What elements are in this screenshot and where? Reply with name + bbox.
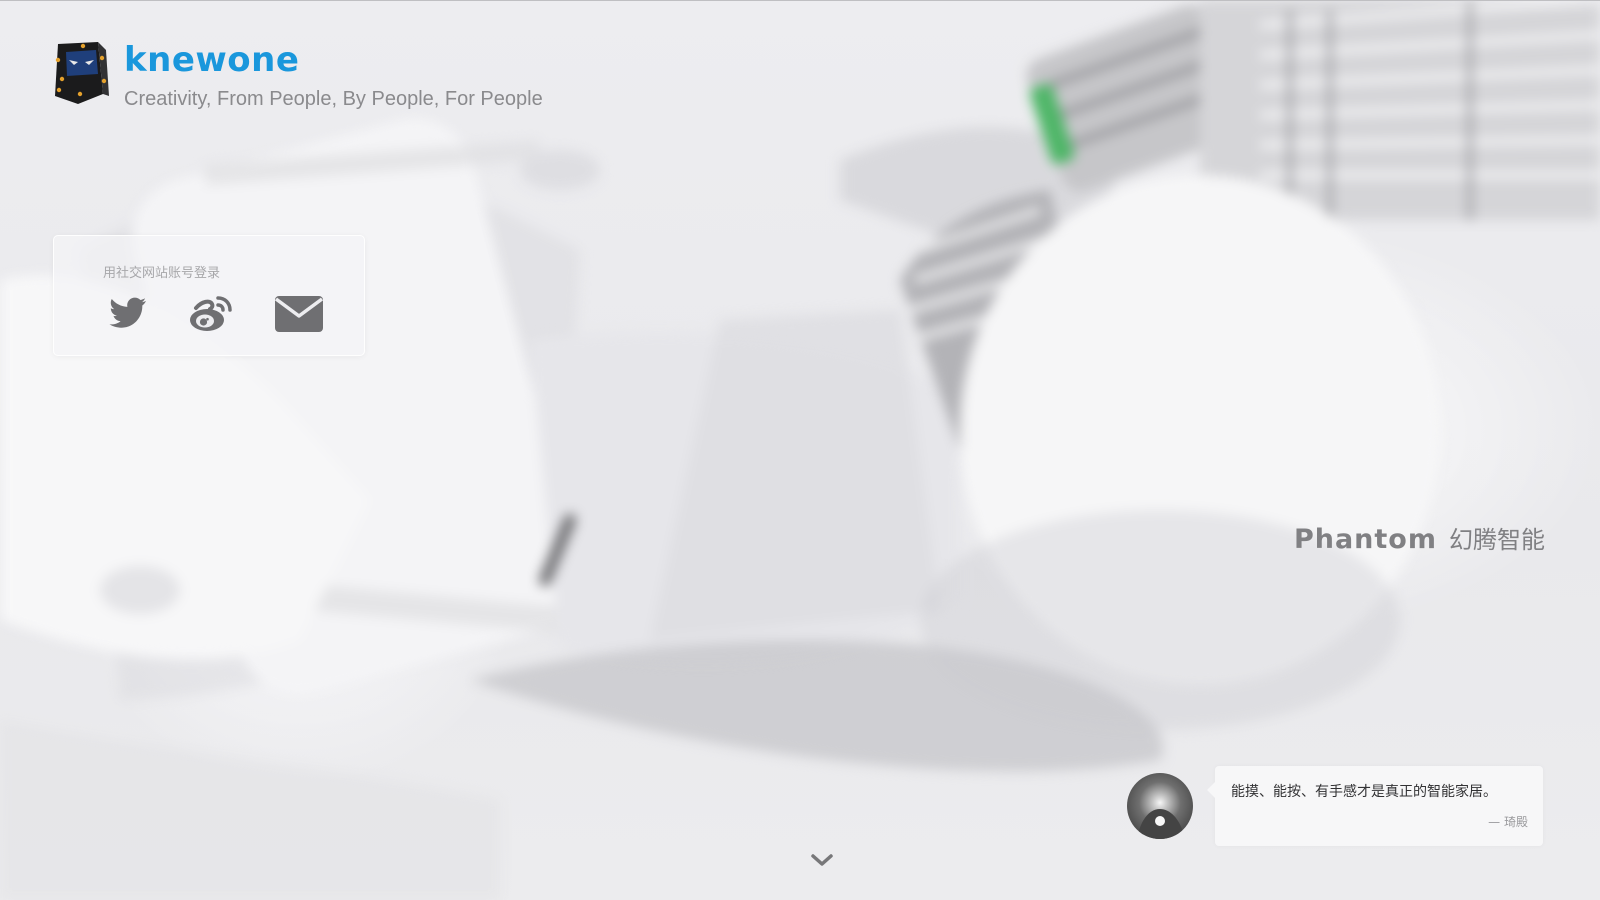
social-login-title: 用社交网站账号登录 <box>103 266 221 281</box>
email-login-button[interactable] <box>272 292 326 336</box>
twitter-login-button[interactable] <box>100 292 154 336</box>
hero-background-image <box>0 0 1600 900</box>
featured-brand-name-en[interactable]: Phantom <box>1294 524 1437 555</box>
knewone-logo-icon[interactable] <box>50 38 110 108</box>
quote-author-avatar[interactable] <box>1127 773 1193 839</box>
mail-icon <box>274 296 324 332</box>
chevron-down-icon <box>811 854 833 866</box>
scroll-down-button[interactable] <box>810 852 834 868</box>
quote-text: 能摸、能按、有手感才是真正的智能家居。 <box>1231 784 1497 800</box>
social-login-card: 用社交网站账号登录 <box>53 235 365 356</box>
brand-name[interactable]: knewone <box>124 40 543 80</box>
social-login-buttons <box>100 292 326 336</box>
featured-brand-caption[interactable]: Phantom 幻腾智能 <box>1294 520 1545 555</box>
quote-author[interactable]: — 琦殿 <box>1488 813 1528 830</box>
featured-brand-name-cn[interactable]: 幻腾智能 <box>1449 520 1545 555</box>
weibo-icon <box>190 296 232 331</box>
avatar-image <box>1127 773 1193 839</box>
quote-card: 能摸、能按、有手感才是真正的智能家居。 — 琦殿 <box>1207 766 1543 846</box>
brand-header[interactable]: knewone Creativity, From People, By Peop… <box>50 38 543 111</box>
top-border <box>0 0 1600 1</box>
landing-page: knewone Creativity, From People, By Peop… <box>0 0 1600 900</box>
weibo-login-button[interactable] <box>186 292 240 336</box>
twitter-icon <box>109 297 146 328</box>
brand-tagline: Creativity, From People, By People, For … <box>124 88 543 110</box>
